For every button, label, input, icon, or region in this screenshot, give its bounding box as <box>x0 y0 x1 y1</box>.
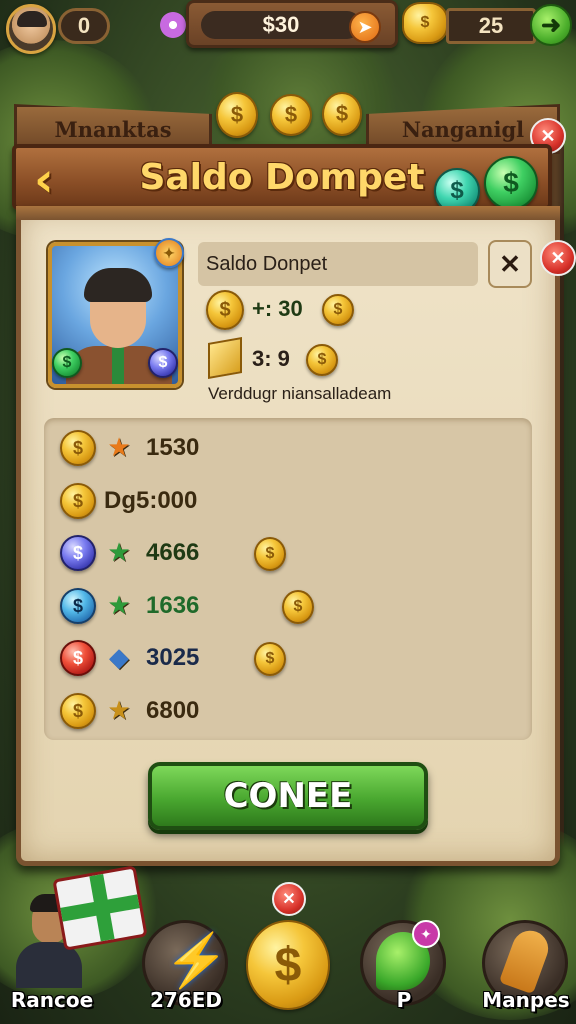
nav-manpes[interactable]: Manpes <box>478 920 574 1016</box>
lightning-icon: ⚡ <box>164 932 229 990</box>
coin-counter: 25 <box>446 8 536 44</box>
portrait-badge-icon: ✦ <box>154 238 184 268</box>
boost-icon[interactable]: ➤ <box>349 11 381 43</box>
green-coin-icon: $ <box>484 156 538 210</box>
nav-p[interactable]: ✦ P <box>356 920 452 1016</box>
confirm-button[interactable]: CONEE <box>148 762 428 830</box>
gold-coin-icon: $ <box>60 483 96 519</box>
star-icon: ★ <box>107 536 131 567</box>
close-icon[interactable]: ✕ <box>540 240 576 276</box>
level-counter: 0 <box>58 8 110 44</box>
coin-icon: $ <box>206 290 244 330</box>
coin-icon: $ <box>306 344 338 376</box>
close-button[interactable]: ✕ <box>488 240 532 288</box>
row-value: 4666 <box>146 539 200 566</box>
portrait-coin-icon: $ <box>148 348 178 378</box>
stat-coins: +: 30 <box>252 296 303 321</box>
blue-coin-icon: $ <box>60 535 96 571</box>
gift-icon[interactable] <box>52 865 148 951</box>
row-value: 1636 <box>146 592 200 619</box>
coin-icon: $ <box>270 94 312 136</box>
coin-icon: $ <box>282 590 314 624</box>
add-coins-button[interactable]: ➜ <box>530 4 572 46</box>
player-avatar[interactable] <box>6 4 56 54</box>
row-value: Dg5:000 <box>104 487 198 514</box>
profile-description: Verddugr niansalladeam <box>208 384 392 403</box>
gold-coin-icon: $ <box>60 693 96 729</box>
nav-label: Rancoe <box>10 988 94 1012</box>
star-icon: ★ <box>107 694 131 725</box>
badge-icon: ◆ <box>109 641 129 672</box>
nav-label: 276ED <box>149 988 222 1012</box>
gold-coin-icon: $ <box>60 430 96 466</box>
coin-icon: $ <box>216 92 258 138</box>
nav-lightning[interactable]: ⚡ 276ED <box>138 920 234 1016</box>
nav-label: Manpes <box>482 988 570 1012</box>
portrait-coin-icon: $ <box>52 348 82 378</box>
cyan-coin-icon: $ <box>60 588 96 624</box>
coin-icon: $ <box>254 537 286 571</box>
star-icon: ★ <box>107 431 131 462</box>
red-coin-icon: $ <box>60 640 96 676</box>
row-value: 1530 <box>146 434 200 461</box>
stat-gold: 3: 9 <box>252 346 290 371</box>
flower-icon <box>158 10 188 40</box>
coin-icon: $ <box>322 92 362 136</box>
close-icon[interactable]: ✕ <box>272 882 306 916</box>
center-coin-button[interactable]: $ <box>246 920 330 1010</box>
balance-value: $30 <box>201 11 361 39</box>
coin-icon: $ <box>322 294 354 326</box>
coin-icon: $ <box>254 642 286 676</box>
balance-board: $30 ➤ <box>186 0 398 48</box>
nav-label: P <box>396 988 412 1012</box>
notification-badge: ✦ <box>412 920 440 948</box>
profile-name: Saldo Donpet <box>198 242 478 286</box>
balance-list <box>44 418 532 740</box>
row-value: 6800 <box>146 697 200 724</box>
coin-bag-icon: $ <box>402 2 448 44</box>
star-icon: ★ <box>107 589 131 620</box>
row-value: 3025 <box>146 644 200 671</box>
gold-bar-icon <box>208 337 242 379</box>
panel-trim <box>16 206 560 220</box>
